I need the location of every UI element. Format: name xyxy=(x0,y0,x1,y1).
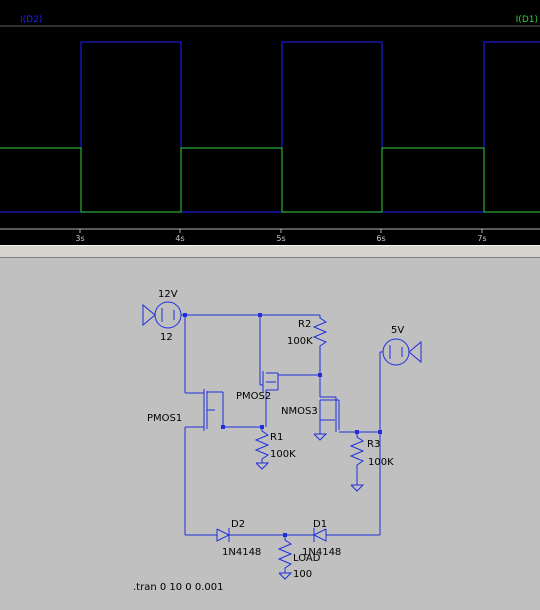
load-name[interactable]: LOAD xyxy=(293,553,321,564)
r1-value[interactable]: 100K xyxy=(270,449,296,460)
r2-name[interactable]: R2 xyxy=(298,319,311,330)
schematic-pane[interactable]: 12V 12 5V R2 100K PMOS2 PMOS1 NMOS3 R1 1… xyxy=(0,258,540,610)
waveform-pane[interactable]: 3s 4s 5s 6s 7s I(D2) I(D1) xyxy=(0,0,540,245)
x-tick-label: 6s xyxy=(376,234,385,243)
trace-id1 xyxy=(0,147,540,213)
trace-label-id1[interactable]: I(D1) xyxy=(516,15,538,25)
junction-dots xyxy=(183,313,382,537)
supply-12v-value[interactable]: 12 xyxy=(160,332,173,343)
r1-name[interactable]: R1 xyxy=(270,432,283,443)
spice-directive[interactable]: .tran 0 10 0 0.001 xyxy=(133,582,223,593)
x-axis-ticks: 3s 4s 5s 6s 7s xyxy=(75,229,487,243)
pane-splitter[interactable] xyxy=(0,245,540,258)
x-tick-label: 3s xyxy=(75,234,84,243)
supply-12v-name[interactable]: 12V xyxy=(158,289,178,300)
x-tick-label: 7s xyxy=(477,234,486,243)
trace-label-id2[interactable]: I(D2) xyxy=(20,15,42,25)
r3-value[interactable]: 100K xyxy=(368,457,394,468)
waveform-plot[interactable]: 3s 4s 5s 6s 7s xyxy=(0,0,540,245)
d2-value[interactable]: 1N4148 xyxy=(222,547,261,558)
x-tick-label: 4s xyxy=(175,234,184,243)
pmos2-name[interactable]: PMOS2 xyxy=(236,391,271,402)
voltage-source-12v-symbol xyxy=(154,301,182,329)
pmos1-name[interactable]: PMOS1 xyxy=(147,413,182,424)
d1-name[interactable]: D1 xyxy=(313,519,327,530)
load-value[interactable]: 100 xyxy=(293,569,312,580)
d2-name[interactable]: D2 xyxy=(231,519,245,530)
r3-name[interactable]: R3 xyxy=(367,439,380,450)
nmos3-name[interactable]: NMOS3 xyxy=(281,406,318,417)
r2-value[interactable]: 100K xyxy=(287,336,313,347)
supply-5v-name[interactable]: 5V xyxy=(391,325,404,336)
schematic-canvas[interactable]: 12V 12 5V R2 100K PMOS2 PMOS1 NMOS3 R1 1… xyxy=(0,258,540,610)
x-tick-label: 5s xyxy=(276,234,285,243)
